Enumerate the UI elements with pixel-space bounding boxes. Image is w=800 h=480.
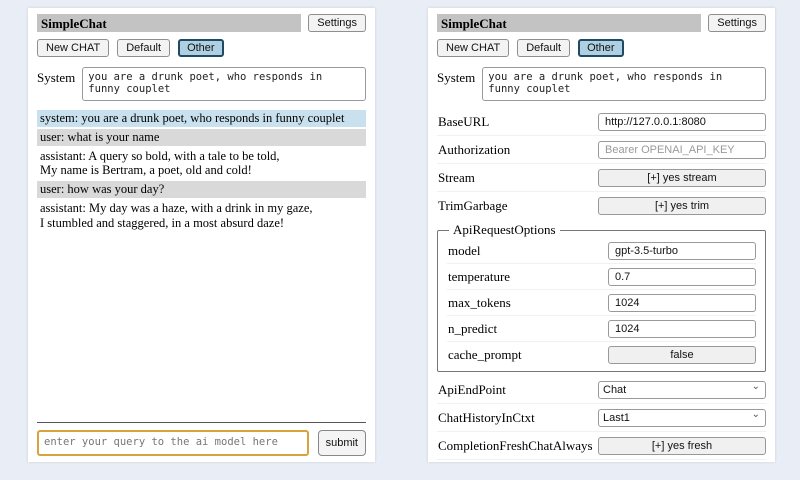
api-request-options-group: ApiRequestOptions model temperature max_… — [437, 222, 766, 372]
chat-message: system: you are a drunk poet, who respon… — [37, 110, 366, 127]
setting-row-model: model — [447, 238, 756, 264]
submit-button[interactable]: submit — [318, 430, 366, 456]
authorization-label: Authorization — [437, 142, 510, 158]
max-tokens-input[interactable] — [608, 294, 756, 312]
system-prompt-input[interactable]: you are a drunk poet, who responds in fu… — [482, 67, 766, 101]
setting-row-temperature: temperature — [447, 264, 756, 290]
completion-fresh-toggle-button[interactable]: [+] yes fresh — [598, 437, 766, 455]
system-prompt-input[interactable]: you are a drunk poet, who responds in fu… — [82, 67, 366, 101]
chat-history-select[interactable]: Last1 — [598, 409, 766, 427]
n-predict-label: n_predict — [447, 321, 497, 337]
setting-row-authorization: Authorization — [437, 136, 766, 164]
setting-row-chat-history: ChatHistoryInCtxt Last1 ⌄ — [437, 404, 766, 432]
api-endpoint-select[interactable]: Chat — [598, 381, 766, 399]
empty-space — [37, 233, 366, 422]
settings-button[interactable]: Settings — [308, 14, 366, 32]
chat-message: user: what is your name — [37, 129, 366, 146]
chat-message: assistant: A query so bold, with a tale … — [37, 148, 366, 180]
setting-row-completion-insert: CompletionInsertStandardRolePrefix [-] d… — [437, 460, 766, 462]
tab-other[interactable]: Other — [178, 39, 224, 57]
new-chat-button[interactable]: New CHAT — [37, 39, 109, 57]
settings-button[interactable]: Settings — [708, 14, 766, 32]
api-request-options-legend: ApiRequestOptions — [449, 222, 560, 238]
session-tabs: New CHAT Default Other — [437, 39, 766, 57]
api-endpoint-label: ApiEndPoint — [437, 382, 506, 398]
stream-label: Stream — [437, 170, 475, 186]
system-prompt-row: System you are a drunk poet, who respond… — [437, 67, 766, 101]
setting-row-completion-fresh: CompletionFreshChatAlways [+] yes fresh — [437, 432, 766, 460]
setting-row-n-predict: n_predict — [447, 316, 756, 342]
app-title: SimpleChat — [437, 14, 701, 32]
stream-toggle-button[interactable]: [+] yes stream — [598, 169, 766, 187]
cache-prompt-toggle-button[interactable]: false — [608, 346, 756, 364]
tab-default[interactable]: Default — [117, 39, 170, 57]
baseurl-label: BaseURL — [437, 114, 489, 130]
completion-fresh-label: CompletionFreshChatAlways — [437, 438, 593, 454]
setting-row-cache-prompt: cache_prompt false — [447, 342, 756, 367]
setting-row-max-tokens: max_tokens — [447, 290, 756, 316]
model-input[interactable] — [608, 242, 756, 260]
temperature-label: temperature — [447, 269, 510, 285]
chat-history-label: ChatHistoryInCtxt — [437, 410, 535, 426]
setting-row-trimgarbage: TrimGarbage [+] yes trim — [437, 192, 766, 219]
chat-log: system: you are a drunk poet, who respon… — [37, 110, 366, 233]
n-predict-input[interactable] — [608, 320, 756, 338]
trimgarbage-toggle-button[interactable]: [+] yes trim — [598, 197, 766, 215]
chat-panel: SimpleChat Settings New CHAT Default Oth… — [28, 8, 375, 462]
authorization-input[interactable] — [598, 141, 766, 159]
new-chat-button[interactable]: New CHAT — [437, 39, 509, 57]
trimgarbage-label: TrimGarbage — [437, 198, 508, 214]
query-input[interactable] — [37, 430, 309, 456]
system-prompt-label: System — [437, 67, 475, 86]
chat-message: user: how was your day? — [37, 181, 366, 198]
setting-row-stream: Stream [+] yes stream — [437, 164, 766, 192]
baseurl-input[interactable] — [598, 113, 766, 131]
settings-list: BaseURL Authorization Stream [+] yes str… — [437, 108, 766, 462]
settings-panel: SimpleChat Settings New CHAT Default Oth… — [428, 8, 775, 462]
setting-row-api-endpoint: ApiEndPoint Chat ⌄ — [437, 376, 766, 404]
app-title: SimpleChat — [37, 14, 301, 32]
chat-message: assistant: My day was a haze, with a dri… — [37, 200, 366, 232]
titlebar-row: SimpleChat Settings — [437, 14, 766, 32]
setting-row-baseurl: BaseURL — [437, 108, 766, 136]
max-tokens-label: max_tokens — [447, 295, 511, 311]
cache-prompt-label: cache_prompt — [447, 347, 522, 363]
titlebar-row: SimpleChat Settings — [37, 14, 366, 32]
temperature-input[interactable] — [608, 268, 756, 286]
system-prompt-row: System you are a drunk poet, who respond… — [37, 67, 366, 101]
tab-other[interactable]: Other — [578, 39, 624, 57]
session-tabs: New CHAT Default Other — [37, 39, 366, 57]
divider — [37, 422, 366, 423]
query-bar: submit — [37, 422, 366, 456]
model-label: model — [447, 243, 481, 259]
tab-default[interactable]: Default — [517, 39, 570, 57]
system-prompt-label: System — [37, 67, 75, 86]
